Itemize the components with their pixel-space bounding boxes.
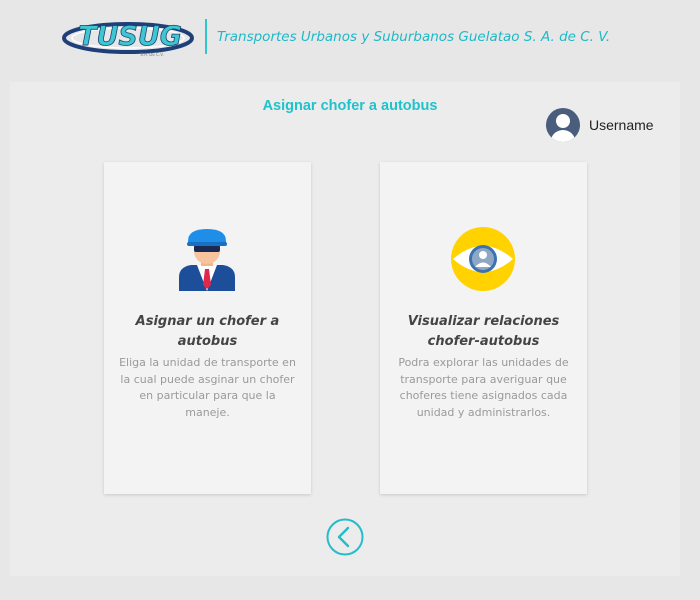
header-divider <box>205 19 207 54</box>
card-description: Eliga la unidad de transporte en la cual… <box>119 356 296 419</box>
card-title: Asignar un chofer a autobus <box>135 314 280 349</box>
tusug-logo: TUSUG S.A. DE C.V. <box>62 21 194 57</box>
app-header: TUSUG S.A. DE C.V. Transportes Urbanos y… <box>0 0 700 75</box>
username-label: Username <box>589 117 654 133</box>
card-description: Podra explorar las unidades de transport… <box>398 356 569 419</box>
user-avatar-icon <box>546 108 580 142</box>
view-relations-card[interactable]: Visualizar relaciones chofer-autobus Pod… <box>380 162 587 494</box>
svg-text:S.A. DE C.V.: S.A. DE C.V. <box>140 52 163 57</box>
chevron-left-icon <box>337 526 350 548</box>
svg-text:TUSUG: TUSUG <box>78 21 182 52</box>
back-button[interactable] <box>326 518 364 556</box>
driver-icon <box>179 229 235 291</box>
company-name: Transportes Urbanos y Suburbanos Guelata… <box>217 29 611 45</box>
assign-driver-card[interactable]: Asignar un chofer a autobus Eliga la uni… <box>104 162 311 494</box>
card-title: Visualizar relaciones chofer-autobus <box>407 314 560 349</box>
eye-icon <box>451 227 515 291</box>
user-menu[interactable]: Username <box>546 108 654 142</box>
main-panel: Asignar chofer a autobus Username Asigna… <box>10 82 680 576</box>
